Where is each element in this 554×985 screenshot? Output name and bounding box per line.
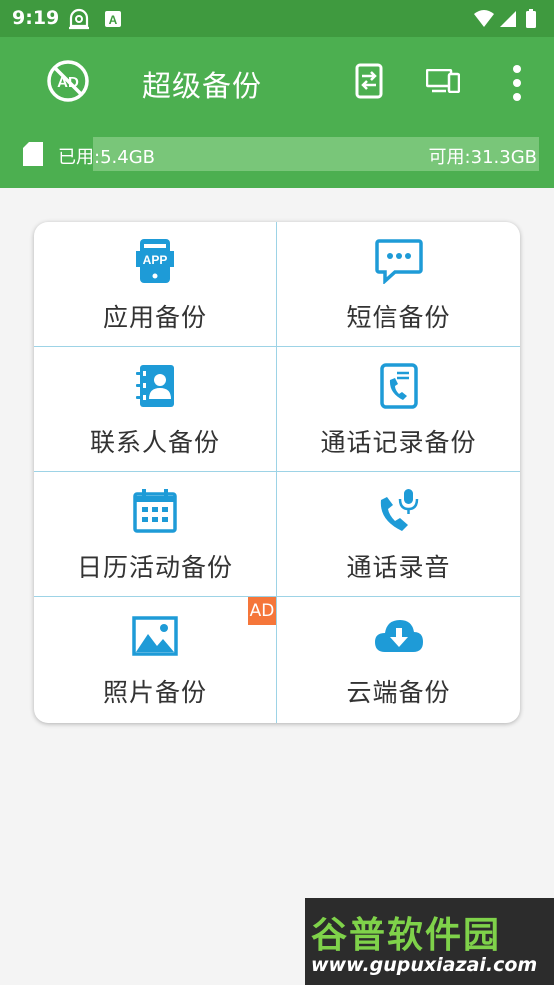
cell-label: 通话记录备份	[320, 428, 477, 457]
cell-label: 日历活动备份	[76, 553, 233, 582]
watermark-title: 谷普软件园	[311, 915, 502, 956]
app-icon: APP	[136, 236, 174, 286]
status-indicators	[472, 8, 542, 34]
app-backup-button[interactable]: APP 应用备份	[34, 222, 277, 347]
calendar-backup-button[interactable]: 日历活动备份	[34, 472, 277, 597]
storage-bar: 已用:5.4GB 可用:31.3GB	[16, 137, 539, 171]
svg-text:APP: APP	[143, 253, 168, 267]
cell-label: 云端备份	[346, 678, 451, 707]
watermark-url: www.gupuxiazai.com	[311, 954, 538, 976]
notification-icon	[66, 8, 92, 34]
cell-label: 通话录音	[346, 553, 451, 582]
cloud-download-icon	[373, 611, 425, 661]
svg-text:A: A	[109, 13, 118, 27]
calendar-icon	[132, 486, 178, 536]
phone-transfer-icon[interactable]	[355, 63, 383, 103]
storage-used-text: 已用:5.4GB	[58, 147, 155, 168]
backup-grid: APP 应用备份 短信备份 联系人备份 通话记录备份 日历活动备份 通话录音 照…	[34, 222, 520, 723]
cell-label: 联系人备份	[89, 428, 220, 457]
app-notification-icon: A	[104, 10, 122, 32]
message-icon	[374, 236, 423, 286]
cell-label: 短信备份	[346, 303, 451, 332]
status-time: 9:19	[12, 7, 60, 29]
contacts-icon	[134, 361, 176, 411]
watermark-logo: 谷普软件园 www.gupuxiazai.com	[305, 898, 554, 985]
call-recording-button[interactable]: 通话录音	[277, 472, 520, 597]
more-options-icon[interactable]	[505, 63, 529, 103]
ad-block-icon[interactable]: AD	[46, 59, 90, 103]
storage-free-text: 可用:31.3GB	[428, 147, 537, 168]
ad-badge: AD	[248, 597, 276, 625]
cell-label: 应用备份	[102, 303, 207, 332]
wifi-signal-battery-icon	[474, 9, 536, 28]
photo-backup-button[interactable]: 照片备份 AD	[34, 597, 277, 723]
photo-icon	[132, 611, 178, 661]
status-bar: 9:19 A	[0, 0, 554, 37]
call-log-backup-button[interactable]: 通话记录备份	[277, 347, 520, 472]
devices-icon[interactable]	[425, 68, 461, 97]
cell-label: 照片备份	[102, 678, 207, 707]
call-log-icon	[379, 361, 419, 411]
svg-text:AD: AD	[57, 74, 79, 91]
cloud-backup-button[interactable]: 云端备份	[277, 597, 520, 723]
backup-options-card: APP 应用备份 短信备份 联系人备份 通话记录备份 日历活动备份 通话录音 照…	[34, 222, 520, 723]
sd-card-icon	[22, 141, 44, 171]
call-recording-icon	[376, 486, 422, 536]
sms-backup-button[interactable]: 短信备份	[277, 222, 520, 347]
app-bar: AD 超级备份 已用:5.4GB 可用:31.3GB	[0, 37, 554, 188]
app-title: 超级备份	[142, 69, 263, 103]
contacts-backup-button[interactable]: 联系人备份	[34, 347, 277, 472]
